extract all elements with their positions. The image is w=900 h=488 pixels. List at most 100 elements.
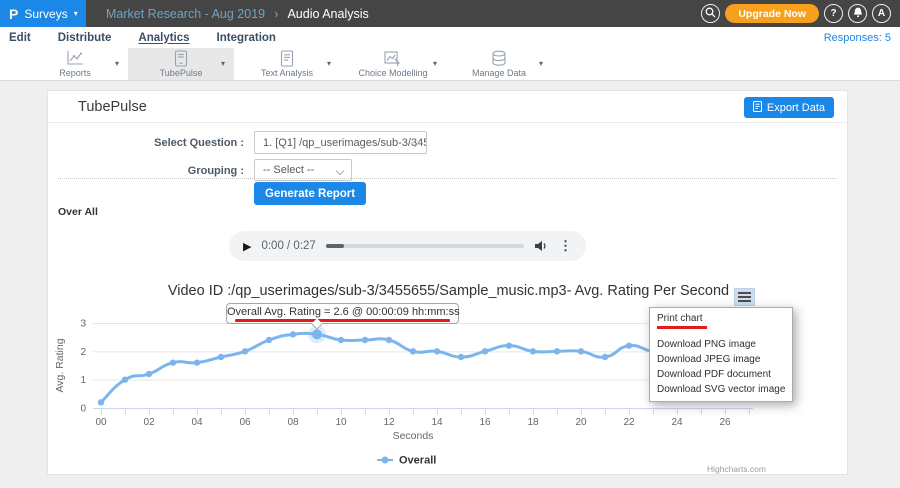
svg-text:1: 1 — [80, 375, 86, 386]
svg-text:Avg. Rating: Avg. Rating — [54, 338, 66, 392]
chart-title: Video ID :/qp_userimages/sub-3/3455655/S… — [48, 283, 849, 299]
search-button[interactable] — [701, 4, 720, 23]
nav-item-edit[interactable]: Edit — [9, 32, 31, 44]
breadcrumb-project[interactable]: Market Research - Aug 2019 — [106, 7, 265, 21]
tablet-icon — [173, 50, 189, 67]
svg-text:Highcharts.com: Highcharts.com — [707, 464, 766, 474]
page-title: TubePulse — [78, 99, 147, 115]
nav-item-integration[interactable]: Integration — [217, 32, 276, 44]
menu-item-download-svg[interactable]: Download SVG vector image — [650, 382, 792, 397]
caret-down-icon[interactable]: ▾ — [221, 59, 225, 68]
analytics-toolbar: ▾ Reports ▾ TubePulse ▾ Text Analysis — [0, 48, 900, 81]
nav-item-analytics[interactable]: Analytics — [138, 32, 189, 44]
upgrade-button[interactable]: Upgrade Now — [725, 4, 819, 23]
tab-reports[interactable]: ▾ Reports — [22, 48, 128, 80]
svg-text:20: 20 — [575, 417, 587, 428]
tab-text-analysis[interactable]: ▾ Text Analysis — [234, 48, 340, 80]
menu-item-download-pdf[interactable]: Download PDF document — [650, 367, 792, 382]
export-file-icon — [753, 101, 762, 115]
nav-item-distribute[interactable]: Distribute — [58, 32, 112, 44]
svg-text:24: 24 — [671, 417, 683, 428]
chart-container: Video ID :/qp_userimages/sub-3/3455655/S… — [48, 276, 849, 476]
help-button[interactable]: ? — [824, 4, 843, 23]
menu-item-print-chart[interactable]: Print chart — [650, 311, 792, 326]
menu-item-download-jpeg[interactable]: Download JPEG image — [650, 352, 792, 367]
tab-choice-modelling[interactable]: ▾ Choice Modelling — [340, 48, 446, 80]
caret-down-icon[interactable]: ▾ — [433, 59, 437, 68]
section-label: Over All — [58, 206, 98, 218]
questionpro-logo-icon: P — [9, 7, 18, 21]
tab-label: Choice Modelling — [358, 68, 427, 78]
panel-header: TubePulse Export Data — [48, 91, 847, 123]
caret-down-icon[interactable]: ▾ — [327, 59, 331, 68]
database-icon — [491, 50, 507, 67]
svg-text:16: 16 — [479, 417, 491, 428]
chevron-down-icon — [336, 167, 344, 175]
kebab-menu-icon[interactable]: ⋮ — [559, 238, 572, 254]
svg-text:12: 12 — [383, 417, 395, 428]
menu-separator — [650, 329, 792, 337]
menu-item-download-png[interactable]: Download PNG image — [650, 337, 792, 352]
caret-down-icon: ▾ — [74, 10, 78, 18]
tab-label: Text Analysis — [261, 68, 313, 78]
svg-text:Overall: Overall — [399, 455, 436, 467]
svg-text:26: 26 — [719, 417, 731, 428]
bell-icon — [853, 7, 863, 21]
volume-icon[interactable] — [534, 240, 549, 252]
grouping-select-value: -- Select -- — [263, 164, 314, 176]
svg-text:14: 14 — [431, 417, 443, 428]
question-select[interactable]: 1. [Q1] /qp_userimages/sub-3/3455655/S..… — [254, 131, 427, 154]
dotted-divider — [58, 178, 837, 179]
audio-seek-bar[interactable] — [326, 244, 524, 248]
tab-label: Manage Data — [472, 68, 526, 78]
tab-label: TubePulse — [160, 68, 203, 78]
svg-text:18: 18 — [527, 417, 539, 428]
svg-text:10: 10 — [335, 417, 347, 428]
audio-time: 0:00 / 0:27 — [261, 240, 315, 252]
responses-count[interactable]: Responses: 5 — [824, 32, 891, 44]
caret-down-icon[interactable]: ▾ — [115, 59, 119, 68]
svg-text:04: 04 — [191, 417, 203, 428]
generate-report-button[interactable]: Generate Report — [254, 182, 366, 205]
avatar[interactable]: A — [872, 4, 891, 23]
svg-text:3: 3 — [80, 319, 86, 330]
chart-context-menu-button[interactable] — [734, 288, 755, 306]
svg-text:06: 06 — [239, 417, 251, 428]
svg-text:22: 22 — [623, 417, 635, 428]
chart-tooltip: Overall Avg. Rating = 2.6 @ 00:00:09 hh:… — [226, 303, 459, 324]
svg-text:Seconds: Seconds — [393, 430, 434, 442]
export-data-button[interactable]: Export Data — [744, 97, 834, 118]
play-icon[interactable]: ▶ — [243, 240, 251, 253]
svg-text:2: 2 — [80, 347, 86, 358]
topbar: P Surveys ▾ Market Research - Aug 2019 ›… — [0, 0, 900, 27]
caret-down-icon[interactable]: ▾ — [539, 59, 543, 68]
model-chart-icon — [384, 50, 402, 67]
tubepulse-panel: TubePulse Export Data Select Question : … — [47, 90, 848, 475]
tab-label: Reports — [59, 68, 91, 78]
breadcrumb-separator-icon: › — [274, 6, 278, 21]
main-nav: Edit Distribute Analytics Integration Re… — [0, 27, 900, 48]
app-root: P Surveys ▾ Market Research - Aug 2019 ›… — [0, 0, 900, 488]
svg-text:00: 00 — [95, 417, 107, 428]
svg-text:08: 08 — [287, 417, 299, 428]
select-question-label: Select Question : — [48, 137, 244, 149]
grouping-label: Grouping : — [48, 165, 244, 177]
topbar-actions: Upgrade Now ? A — [701, 0, 900, 27]
tab-manage-data[interactable]: ▾ Manage Data — [446, 48, 552, 80]
line-chart-icon — [64, 50, 86, 67]
highlight-underline — [235, 319, 450, 322]
tab-tubepulse[interactable]: ▾ TubePulse — [128, 48, 234, 80]
svg-text:02: 02 — [143, 417, 155, 428]
audio-seek-thumb[interactable] — [326, 244, 344, 248]
notifications-button[interactable] — [848, 4, 867, 23]
main-content: TubePulse Export Data Select Question : … — [0, 81, 900, 488]
svg-text:0: 0 — [80, 404, 86, 415]
product-switcher[interactable]: P Surveys ▾ — [0, 0, 86, 27]
search-icon — [705, 7, 716, 21]
chart-context-menu: Print chart Download PNG image Download … — [649, 307, 793, 402]
hamburger-icon — [738, 292, 751, 294]
product-switcher-label: Surveys — [24, 7, 67, 21]
document-icon — [280, 50, 294, 67]
tooltip-text: Overall Avg. Rating = 2.6 @ 00:00:09 hh:… — [227, 306, 458, 318]
question-select-value: 1. [Q1] /qp_userimages/sub-3/3455655/S..… — [263, 137, 427, 149]
